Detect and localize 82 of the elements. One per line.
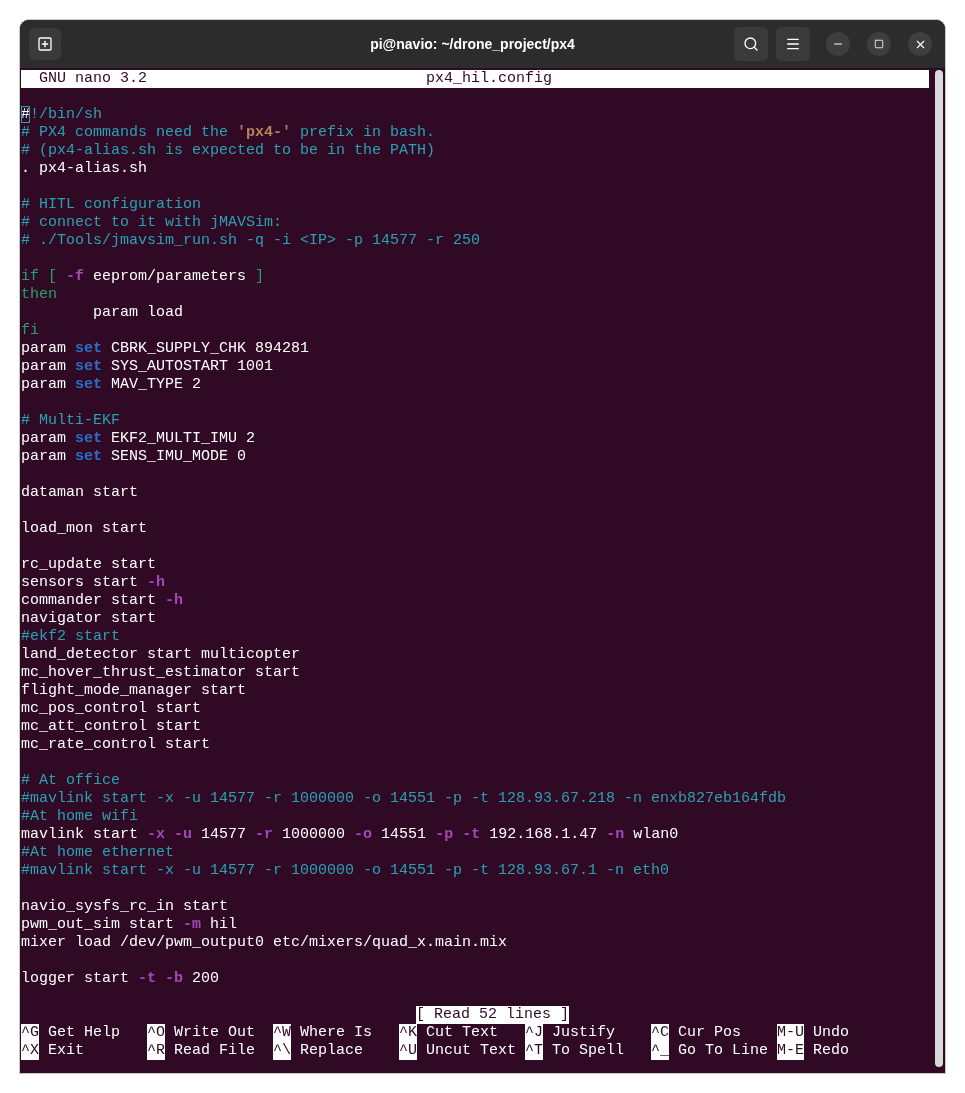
search-icon	[743, 36, 759, 52]
minimize-button[interactable]	[826, 32, 850, 56]
code-line: logger start -t -b 200	[21, 970, 220, 988]
code-line: fi	[21, 322, 39, 340]
code-line: mc_att_control start	[21, 718, 202, 736]
maximize-button[interactable]	[867, 32, 891, 56]
shortcut-label: Cur Pos	[678, 1024, 742, 1042]
shortcut-key: M-E	[777, 1042, 804, 1060]
shortcut-label: Write Out	[174, 1024, 256, 1042]
code-line: then	[21, 286, 57, 304]
code-line: load_mon start	[21, 520, 148, 538]
code-line: flight_mode_manager start	[21, 682, 247, 700]
shortcut-label: Redo	[813, 1042, 850, 1060]
code-line: #At home ethernet	[21, 844, 175, 862]
code-line: dataman start	[21, 484, 139, 502]
code-line: # ./Tools/jmavsim_run.sh -q -i <IP> -p 14577 -r 250	[21, 232, 481, 250]
shortcut-label: Uncut Text	[426, 1042, 517, 1060]
code-line: param set CBRK_SUPPLY_CHK 894281	[21, 340, 310, 358]
shortcut-key: ^_	[651, 1042, 669, 1060]
shortcut-key: ^G	[21, 1024, 39, 1042]
new-tab-button[interactable]	[29, 28, 61, 60]
code-line: pwm_out_sim start -m hil	[21, 916, 238, 934]
code-line: #mavlink start -x -u 14577 -r 1000000 -o 14551 -p -t 128.93.67.218 -n enxb827eb164fdb	[21, 790, 787, 808]
shortcut-label: Justify	[552, 1024, 616, 1042]
shortcut-label: Exit	[48, 1042, 85, 1060]
code-line: sensors start -h	[21, 574, 166, 592]
shortcut-key: M-U	[777, 1024, 804, 1042]
shortcut-label: To Spell	[552, 1042, 625, 1060]
code-line: param load	[92, 304, 184, 322]
shortcut-key: ^O	[147, 1024, 165, 1042]
code-line: # Multi-EKF	[21, 412, 121, 430]
code-line: mixer load /dev/pwm_output0 etc/mixers/quad_x.main.mix	[21, 934, 508, 952]
code-line: # (px4-alias.sh is expected to be in the PATH)	[21, 142, 436, 160]
code-line: # HITL configuration	[21, 196, 202, 214]
code-line: mc_rate_control start	[21, 736, 211, 754]
shortcut-label: Replace	[300, 1042, 364, 1060]
plus-square-icon	[37, 36, 53, 52]
code-line: navio_sysfs_rc_in start	[21, 898, 229, 916]
code-line: #At home wifi	[21, 808, 139, 826]
scrollbar[interactable]	[935, 70, 943, 1067]
nano-version: GNU nano 3.2	[39, 70, 148, 88]
code-line: #mavlink start -x -u 14577 -r 1000000 -o 14551 -p -t 128.93.67.1 -n eth0	[21, 862, 670, 880]
code-line: # connect to it with jMAVSim:	[21, 214, 283, 232]
search-button[interactable]	[734, 27, 768, 61]
code-line: navigator start	[21, 610, 157, 628]
code-line: mc_pos_control start	[21, 700, 202, 718]
menu-button[interactable]	[776, 27, 810, 61]
shortcut-key: ^U	[399, 1042, 417, 1060]
code-line: commander start -h	[21, 592, 184, 610]
code-line: . px4-alias.sh	[21, 160, 148, 178]
shortcut-key: ^R	[147, 1042, 165, 1060]
maximize-icon	[874, 39, 884, 49]
shortcut-key: ^X	[21, 1042, 39, 1060]
status-message: [ Read 52 lines ]	[416, 1006, 569, 1024]
shortcut-key: ^\	[273, 1042, 291, 1060]
code-line: # PX4 commands need the 'px4-' prefix in bash.	[21, 124, 436, 142]
shortcut-key: ^K	[399, 1024, 417, 1042]
code-line: land_detector start multicopter	[21, 646, 301, 664]
code-line: rc_update start	[21, 556, 157, 574]
code-line: mc_hover_thrust_estimator start	[21, 664, 301, 682]
code-line: param set SENS_IMU_MODE 0	[21, 448, 247, 466]
code-line: #ekf2 start	[21, 628, 121, 646]
shortcut-label: Cut Text	[426, 1024, 499, 1042]
shortcut-key: ^J	[525, 1024, 543, 1042]
window-title: pi@navio: ~/drone_project/px4	[369, 34, 575, 54]
shortcut-key: ^C	[651, 1024, 669, 1042]
shortcut-label: Read File	[174, 1042, 256, 1060]
file-name: px4_hil.config	[426, 70, 553, 88]
code-line: if [ -f eeprom/parameters ]	[21, 268, 265, 286]
code-line: param set SYS_AUTOSTART 1001	[21, 358, 274, 376]
shortcut-key: ^W	[273, 1024, 291, 1042]
shortcut-label: Undo	[813, 1024, 850, 1042]
shortcut-label: Get Help	[48, 1024, 121, 1042]
code-line: # At office	[21, 772, 121, 790]
code-line: param set MAV_TYPE 2	[21, 376, 202, 394]
shortcut-label: Go To Line	[678, 1042, 769, 1060]
shortcut-label: Where Is	[300, 1024, 373, 1042]
menu-icon	[785, 36, 801, 52]
shortcut-key: ^T	[525, 1042, 543, 1060]
close-button[interactable]	[908, 32, 932, 56]
code-line: mavlink start -x -u 14577 -r 1000000 -o 14551 -p -t 192.168.1.47 -n wlan0	[21, 826, 679, 844]
code-line: param set EKF2_MULTI_IMU 2	[21, 430, 256, 448]
